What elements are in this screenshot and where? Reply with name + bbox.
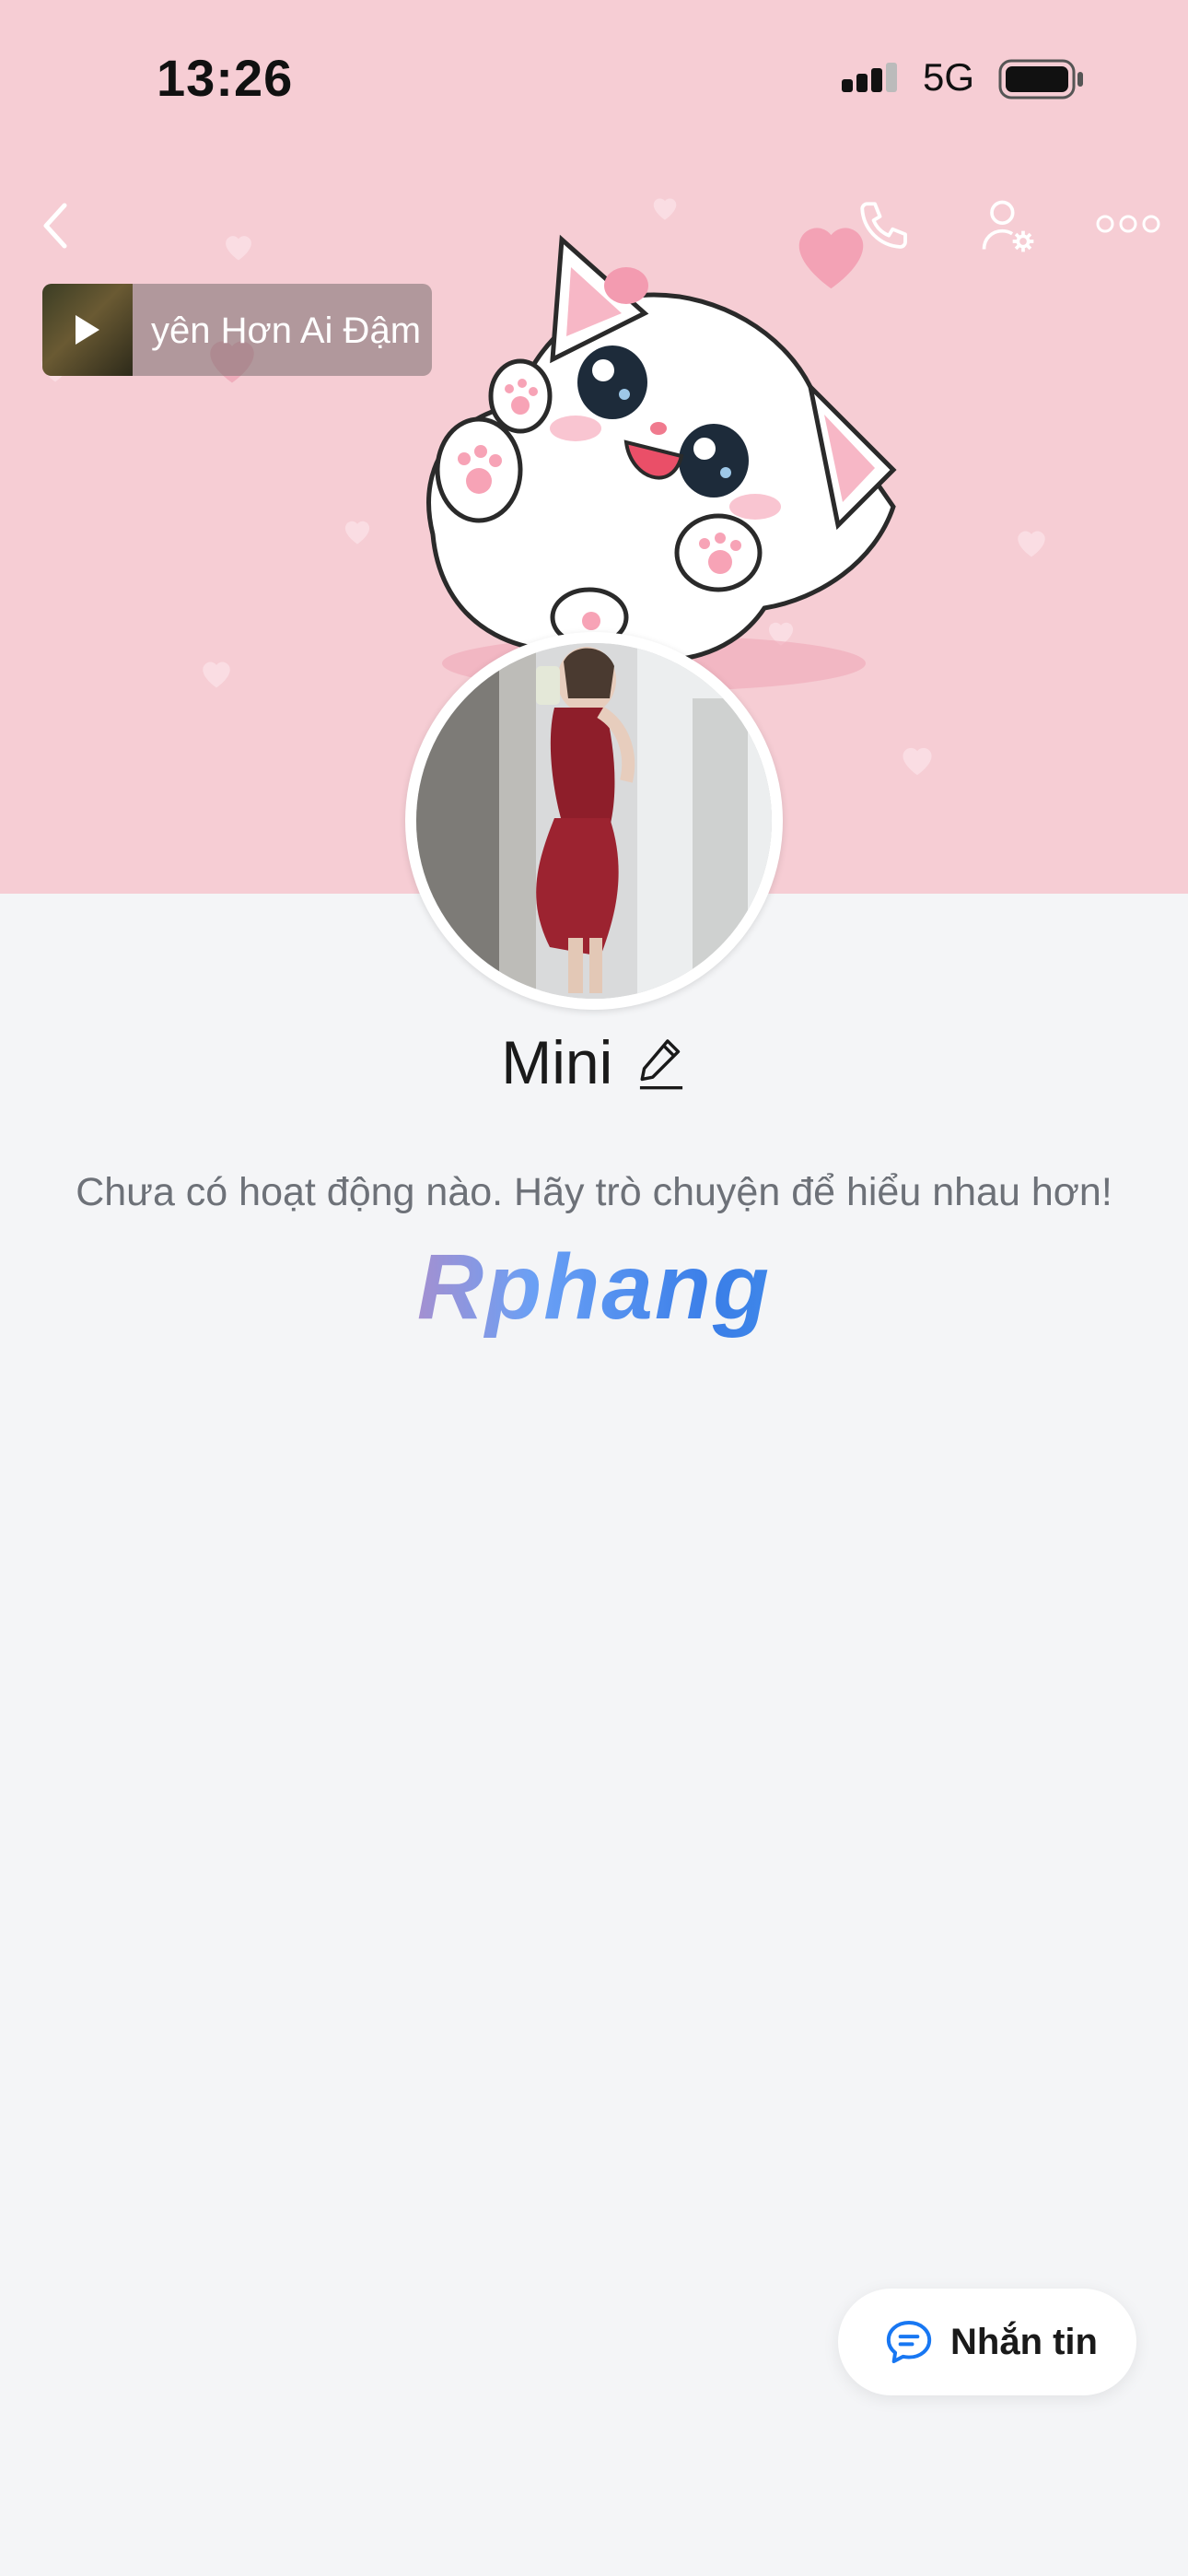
profile-music-chip[interactable]: yên Hơn Ai Đậm <box>42 284 432 376</box>
phone-icon[interactable] <box>855 196 915 257</box>
avatar-ring[interactable] <box>405 632 783 1010</box>
profile-name: Mini <box>501 1028 613 1096</box>
pencil-icon[interactable] <box>635 1035 687 1090</box>
battery-icon <box>998 59 1083 100</box>
status-bar: 13:26 5G <box>0 0 1188 157</box>
cat-illustration <box>426 234 897 691</box>
watermark-logo: Rphang <box>0 1235 1188 1341</box>
network-type: 5G <box>923 55 975 99</box>
avatar-photo <box>416 643 772 999</box>
music-thumbnail <box>42 284 133 376</box>
heart-decoration-icon <box>1018 531 1045 557</box>
empty-activity-message: Chưa có hoạt động nào. Hãy trò chuyện để… <box>76 1170 1112 1214</box>
profile-topbar <box>0 180 1188 272</box>
profile-name-row: Mini <box>0 1027 1188 1097</box>
heart-decoration-icon <box>203 662 230 688</box>
status-time: 13:26 <box>157 49 294 107</box>
user-settings-icon[interactable] <box>976 194 1039 257</box>
send-message-label: Nhắn tin <box>950 2322 1098 2362</box>
heart-decoration-icon <box>903 747 932 776</box>
avatar[interactable] <box>416 643 772 999</box>
music-title: yên Hơn Ai Đậm <box>151 310 422 351</box>
heart-decoration-icon <box>344 521 370 544</box>
signal-icon <box>842 63 897 92</box>
chat-bubble-icon <box>886 2321 932 2363</box>
more-horizontal-icon[interactable] <box>1096 213 1160 235</box>
chevron-left-icon[interactable] <box>37 198 74 253</box>
send-message-button[interactable]: Nhắn tin <box>838 2289 1136 2395</box>
play-icon[interactable] <box>68 311 105 348</box>
